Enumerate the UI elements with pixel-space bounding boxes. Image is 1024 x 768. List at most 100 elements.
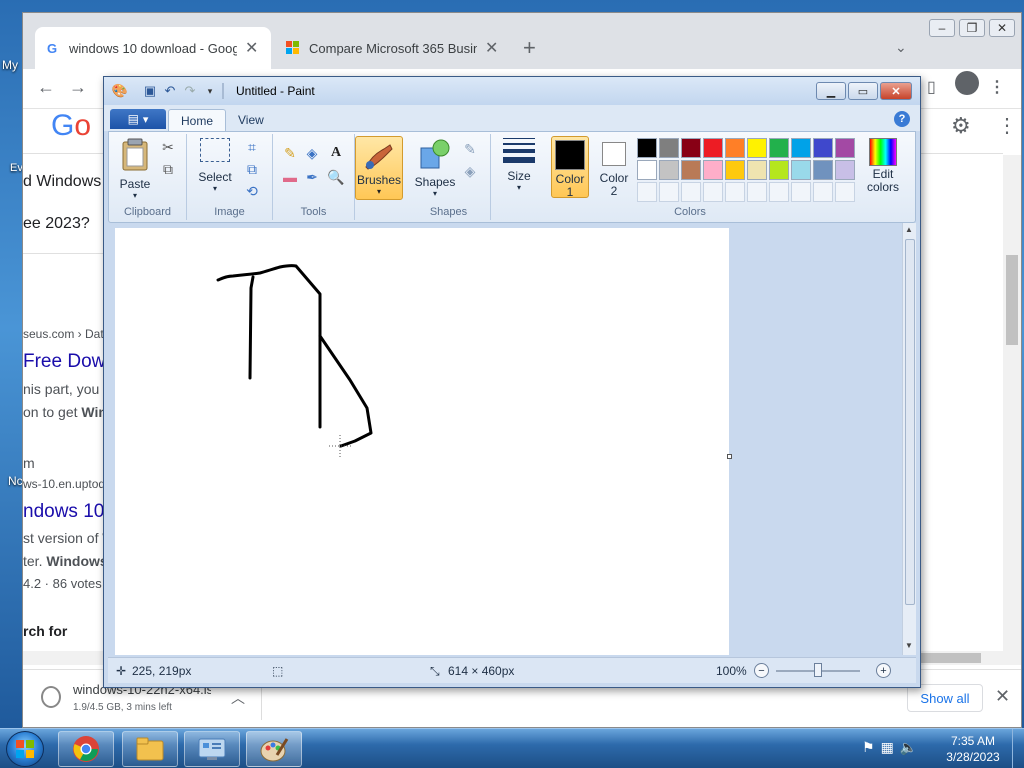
flag-icon[interactable]: ⚑ [862,739,875,756]
zoom-out-icon[interactable]: − [754,663,769,678]
shapes-button[interactable]: Shapes ▾ [413,138,457,198]
paste-button[interactable]: Paste ▾ [117,138,153,200]
file-menu-button[interactable]: ▤ ▾ [110,109,166,129]
close-icon[interactable]: ✕ [880,82,912,100]
undo-icon[interactable]: ↶ [162,83,178,99]
palette-color-swatch[interactable] [835,160,855,180]
palette-color-swatch[interactable] [659,138,679,158]
result-title-link[interactable]: ndows 10 [23,501,104,523]
palette-color-swatch[interactable] [813,160,833,180]
result-fragment[interactable]: d Windows [23,173,101,191]
palette-color-swatch[interactable] [681,138,701,158]
menu-dots-icon[interactable]: ⋮ [989,77,1005,97]
copy-icon[interactable]: ⧉ [159,160,177,178]
scrollbar-thumb[interactable] [921,653,981,663]
side-panel-icon[interactable]: ▯ [927,77,936,97]
fill-bucket-icon[interactable]: ◈ [303,144,321,162]
drawing-canvas[interactable] [115,228,732,655]
close-tab-icon[interactable]: ✕ [485,38,498,58]
page-scrollbar[interactable] [1003,155,1021,665]
profile-avatar[interactable] [955,71,979,95]
close-icon[interactable]: ✕ [995,686,1010,707]
size-button[interactable]: Size ▾ [501,138,537,192]
tab-home[interactable]: Home [168,109,227,131]
taskbar-explorer[interactable] [122,731,178,767]
desktop-icon-label[interactable]: Nc [8,474,23,488]
new-tab-icon[interactable]: + [523,35,536,61]
palette-custom-slot[interactable] [637,182,657,202]
restore-icon[interactable]: ❐ [959,19,985,37]
tab-microsoft-365[interactable]: Compare Microsoft 365 Business ✕ [275,27,511,69]
network-icon[interactable]: ▦ [881,739,894,756]
palette-custom-slot[interactable] [703,182,723,202]
close-icon[interactable]: ✕ [989,19,1015,37]
palette-color-swatch[interactable] [791,160,811,180]
palette-color-swatch[interactable] [747,138,767,158]
scroll-down-icon[interactable]: ▼ [905,641,913,650]
magnifier-icon[interactable]: 🔍 [327,168,345,186]
settings-gear-icon[interactable]: ⚙ [951,113,971,139]
google-logo[interactable]: Go [51,109,91,143]
cut-icon[interactable]: ✂ [159,138,177,156]
palette-color-swatch[interactable] [747,160,767,180]
palette-color-swatch[interactable] [769,138,789,158]
palette-custom-slot[interactable] [725,182,745,202]
fill-icon[interactable]: ◈ [461,162,479,180]
zoom-slider-thumb[interactable] [814,663,822,677]
scrollbar-thumb[interactable] [1006,255,1018,345]
palette-color-swatch[interactable] [681,160,701,180]
palette-color-swatch[interactable] [725,138,745,158]
show-desktop-button[interactable] [1012,729,1024,768]
palette-color-swatch[interactable] [659,160,679,180]
eraser-icon[interactable]: ▬ [281,168,299,186]
resize-icon[interactable]: ⧉ [243,160,261,178]
tab-search-icon[interactable]: ⌄ [895,39,907,56]
minimize-icon[interactable]: ▁ [816,82,846,100]
palette-custom-slot[interactable] [769,182,789,202]
chevron-up-icon[interactable]: ︿ [231,688,245,708]
paint-titlebar[interactable]: 🎨 ▣ ↶ ↷ ▾ Untitled - Paint ▁ ▭ ✕ [104,77,920,105]
pencil-icon[interactable]: ✎ [281,144,299,162]
outline-icon[interactable]: ✎ [461,140,479,158]
volume-muted-icon[interactable]: 🔈 [900,739,917,756]
palette-color-swatch[interactable] [835,138,855,158]
palette-color-swatch[interactable] [637,138,657,158]
palette-color-swatch[interactable] [769,160,789,180]
clock[interactable]: 7:35 AM 3/28/2023 [938,733,1008,765]
rotate-icon[interactable]: ⟲ [243,182,261,200]
start-button[interactable] [6,731,44,767]
more-options-icon[interactable]: ⋮ [997,113,1017,138]
scrollbar-thumb[interactable] [905,239,915,605]
minimize-icon[interactable]: – [929,19,955,37]
result-title-link[interactable]: Free Dow [23,351,105,373]
color2-button[interactable]: Color 2 [595,136,633,198]
taskbar-control-panel[interactable] [184,731,240,767]
brushes-button[interactable]: Brushes ▾ [355,136,403,200]
select-button[interactable]: Select ▾ [195,138,235,193]
taskbar-chrome[interactable] [58,731,114,767]
palette-custom-slot[interactable] [747,182,767,202]
scroll-up-icon[interactable]: ▲ [905,225,913,234]
desktop-icon-label[interactable]: My [2,58,18,72]
palette-color-swatch[interactable] [791,138,811,158]
palette-custom-slot[interactable] [659,182,679,202]
forward-arrow-icon[interactable]: → [69,77,87,98]
edit-colors-button[interactable]: Edit colors [863,138,903,194]
maximize-icon[interactable]: ▭ [848,82,878,100]
color-picker-icon[interactable]: ✒ [303,168,321,186]
paint-app-icon[interactable]: 🎨 [112,83,128,99]
palette-custom-slot[interactable] [835,182,855,202]
back-arrow-icon[interactable]: ← [37,77,55,98]
result-fragment[interactable]: ee 2023? [23,215,90,233]
taskbar-paint[interactable] [246,731,302,767]
close-tab-icon[interactable]: ✕ [245,38,258,58]
crop-icon[interactable]: ⌗ [243,138,261,156]
palette-color-swatch[interactable] [703,160,723,180]
canvas-resize-handle[interactable] [727,454,732,459]
tab-google-search[interactable]: G windows 10 download - Google ✕ [35,27,271,69]
palette-custom-slot[interactable] [681,182,701,202]
color1-button[interactable]: Color 1 [551,136,589,198]
tab-view[interactable]: View [226,109,276,131]
customize-toolbar-icon[interactable]: ▾ [202,83,218,99]
palette-custom-slot[interactable] [813,182,833,202]
